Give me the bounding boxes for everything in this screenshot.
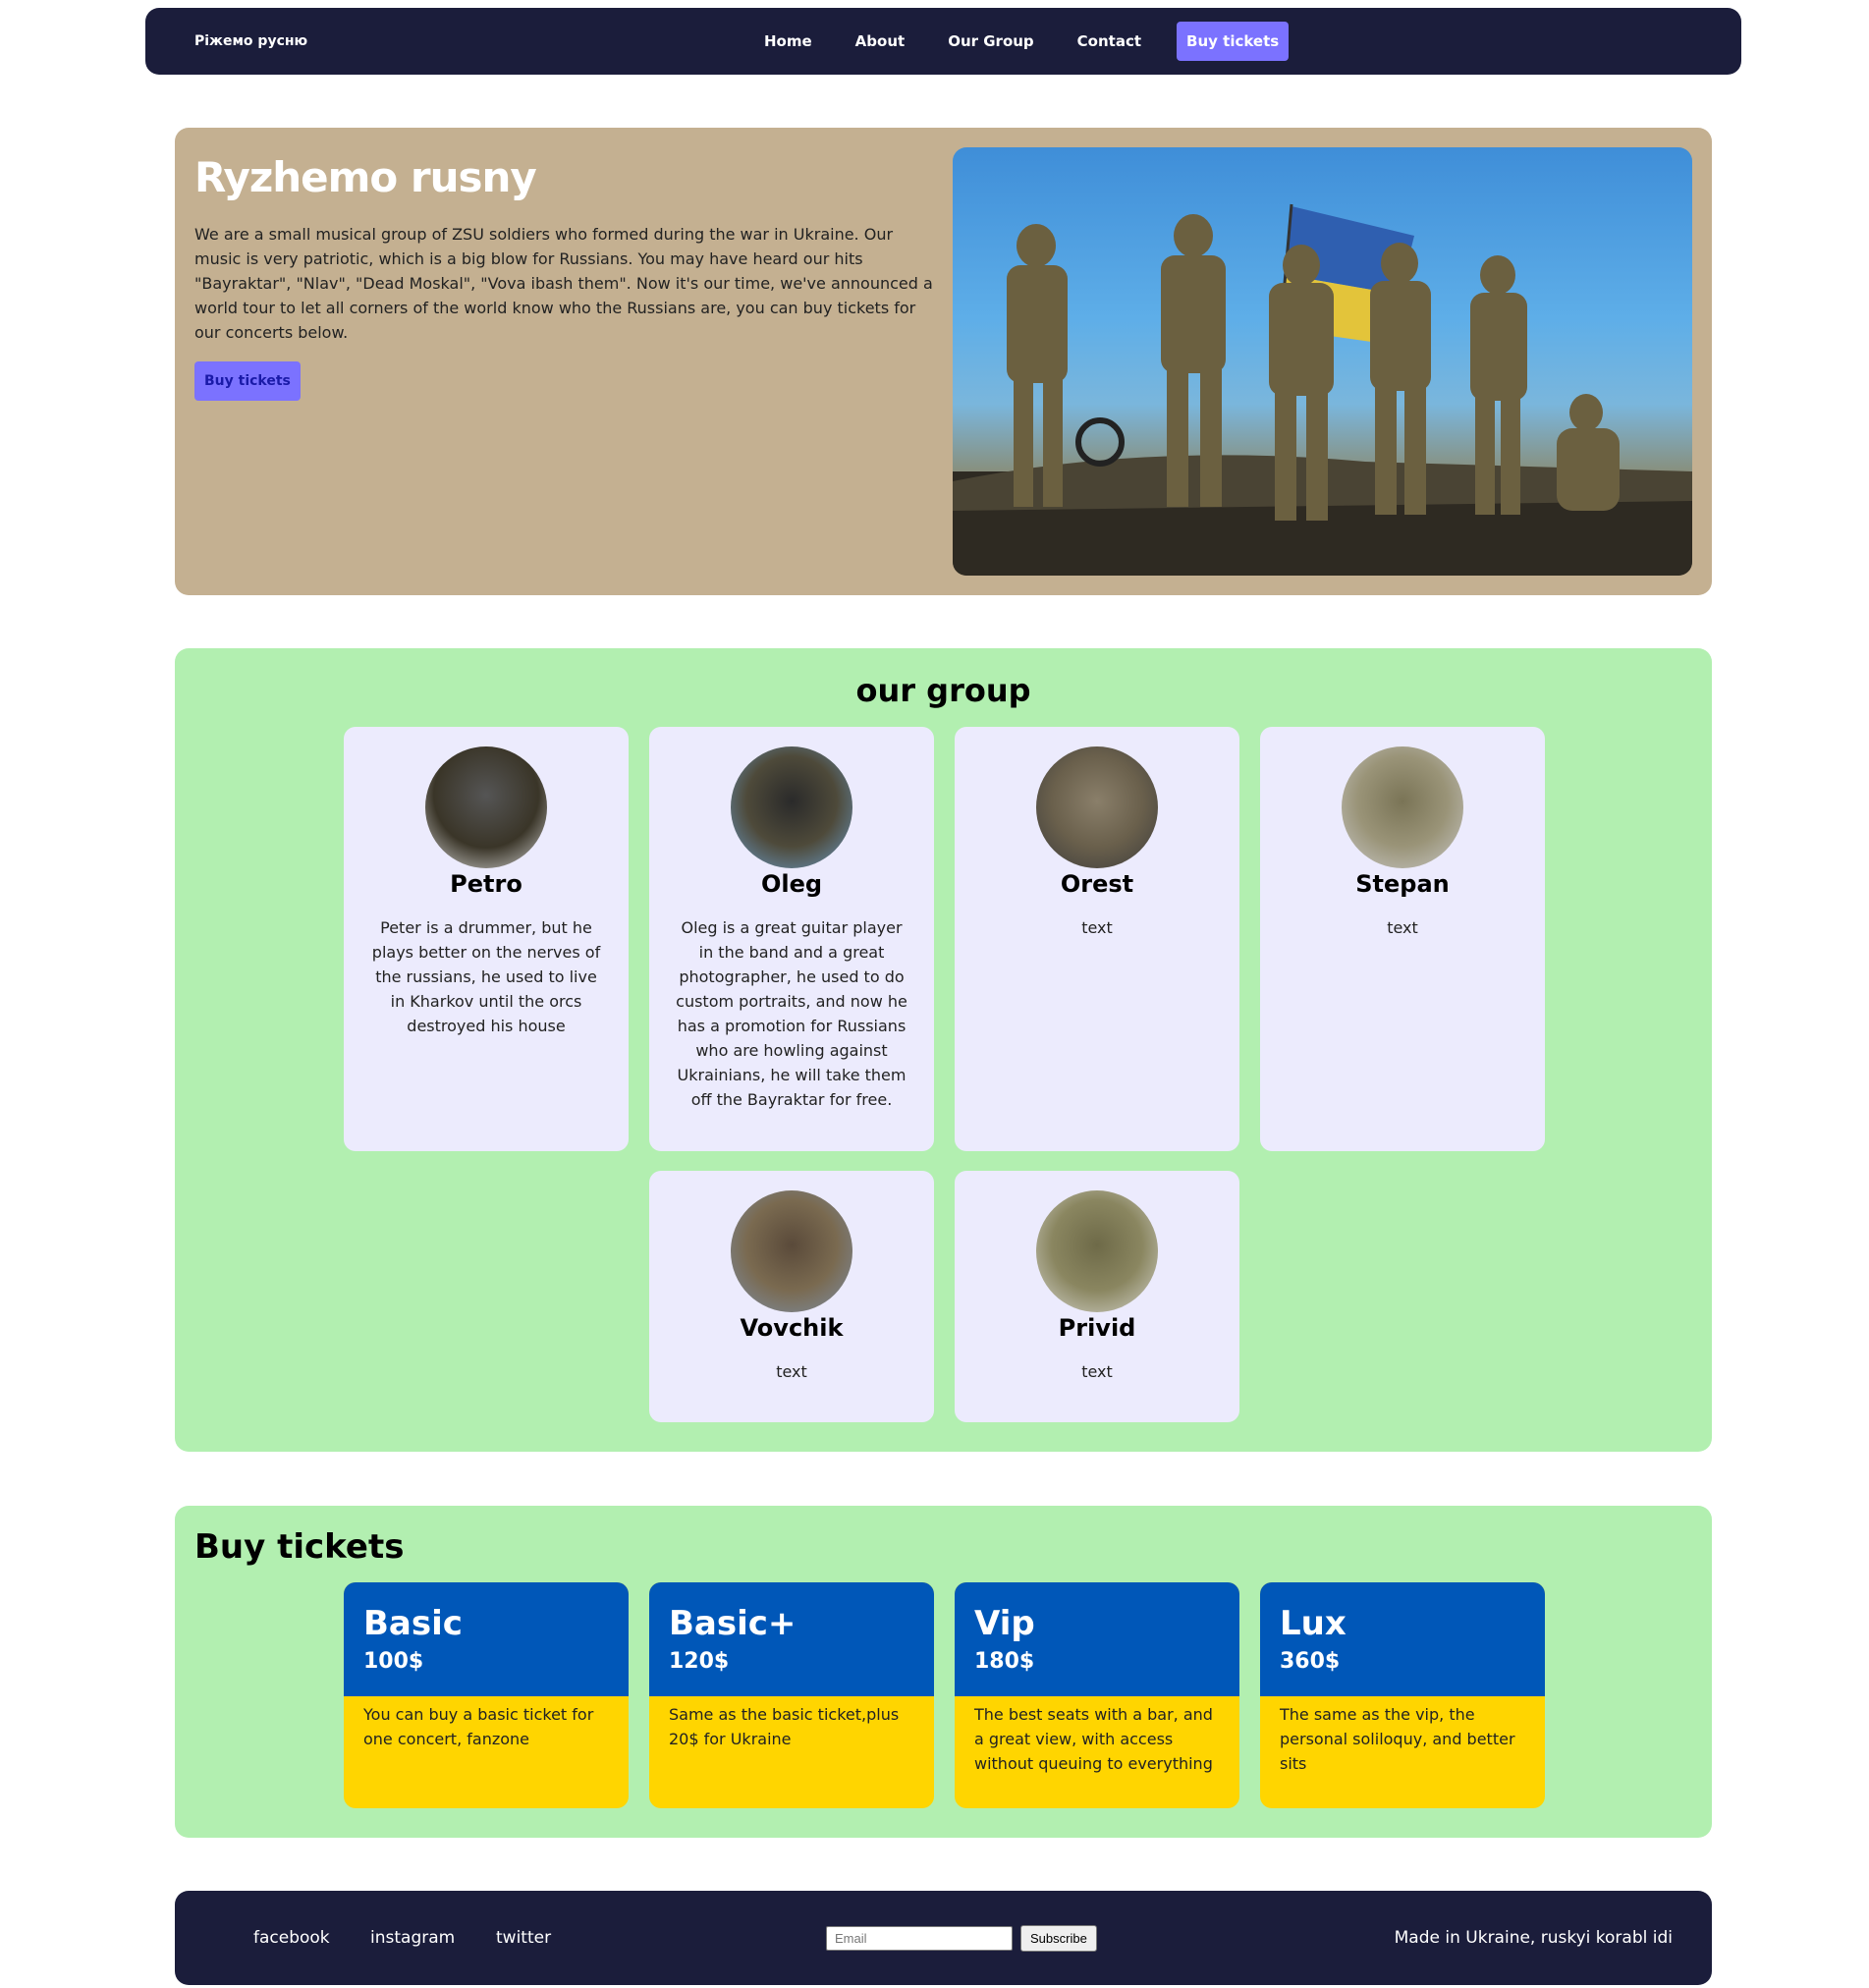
member-description: text: [1081, 1362, 1113, 1381]
member-description: text: [1387, 918, 1418, 937]
ticket-name: Basic: [363, 1604, 463, 1643]
email-input[interactable]: [826, 1926, 1013, 1951]
ticket-name: Basic+: [669, 1604, 797, 1643]
ticket-description: The best seats with a bar, and a great v…: [974, 1705, 1213, 1773]
group-title: our group: [855, 672, 1031, 709]
footer-link-instagram[interactable]: instagram: [370, 1928, 455, 1948]
ticket-name: Lux: [1280, 1604, 1347, 1643]
ticket-header: Basic 100$: [344, 1582, 629, 1696]
ticket-header: Lux 360$: [1260, 1582, 1545, 1696]
member-name: Vovchik: [740, 1314, 844, 1342]
ticket-card-basic[interactable]: Basic 100$ You can buy a basic ticket fo…: [344, 1582, 629, 1808]
ticket-card-basic-plus[interactable]: Basic+ 120$ Same as the basic ticket,plu…: [649, 1582, 934, 1808]
member-name: Stepan: [1355, 870, 1450, 898]
subscribe-button[interactable]: Subscribe: [1020, 1925, 1097, 1952]
hero-description: We are a small musical group of ZSU sold…: [194, 225, 933, 342]
member-name: Orest: [1060, 870, 1134, 898]
footer-made-in-text: Made in Ukraine, ruskyi korabl idi: [1394, 1928, 1673, 1948]
ticket-header: Basic+ 120$: [649, 1582, 934, 1696]
nav-link-our-group[interactable]: Our Group: [926, 32, 1055, 50]
nav-links: Home About Our Group Contact Buy tickets: [742, 8, 1290, 75]
our-group-section: our group Petro Peter is a drummer, but …: [175, 648, 1712, 1452]
hero-section: Ryzhemo rusny We are a small musical gro…: [175, 128, 1712, 595]
footer: facebook instagram twitter Subscribe Mad…: [175, 1891, 1712, 1985]
member-avatar: [731, 746, 852, 868]
nav-link-about[interactable]: About: [834, 32, 927, 50]
member-name: Privid: [1058, 1314, 1136, 1342]
footer-link-twitter[interactable]: twitter: [496, 1928, 551, 1948]
member-description: text: [776, 1362, 807, 1381]
member-avatar: [731, 1190, 852, 1312]
member-description: text: [1081, 918, 1113, 937]
navbar: Ріжемо русню Home About Our Group Contac…: [145, 8, 1741, 75]
ticket-price: 180$: [974, 1649, 1035, 1674]
nav-link-contact[interactable]: Contact: [1056, 32, 1163, 50]
ticket-card-vip[interactable]: Vip 180$ The best seats with a bar, and …: [955, 1582, 1239, 1808]
footer-link-facebook[interactable]: facebook: [253, 1928, 330, 1948]
ticket-card-lux[interactable]: Lux 360$ The same as the vip, the person…: [1260, 1582, 1545, 1808]
buy-tickets-section: Buy tickets Basic 100$ You can buy a bas…: [175, 1506, 1712, 1838]
ticket-name: Vip: [974, 1604, 1035, 1643]
member-card: Privid text: [955, 1171, 1239, 1422]
ticket-price: 120$: [669, 1649, 730, 1674]
member-card: Stepan text: [1260, 727, 1545, 1151]
member-name: Oleg: [760, 870, 823, 898]
ticket-description: The same as the vip, the personal solilo…: [1280, 1705, 1515, 1773]
tickets-title: Buy tickets: [194, 1527, 405, 1567]
ticket-price: 100$: [363, 1649, 424, 1674]
soldiers-photo: [953, 147, 1692, 576]
nav-link-home[interactable]: Home: [742, 32, 834, 50]
member-avatar: [425, 746, 547, 868]
ticket-description: Same as the basic ticket,plus 20$ for Uk…: [669, 1705, 900, 1748]
member-card: Oleg Oleg is a great guitar player in th…: [649, 727, 934, 1151]
member-description: Peter is a drummer, but he plays better …: [371, 918, 601, 1035]
ticket-header: Vip 180$: [955, 1582, 1239, 1696]
ticket-description: You can buy a basic ticket for one conce…: [363, 1705, 594, 1748]
member-avatar: [1342, 746, 1463, 868]
member-card: Orest text: [955, 727, 1239, 1151]
member-name: Petro: [450, 870, 522, 898]
hero-buy-tickets-button[interactable]: Buy tickets: [194, 361, 301, 401]
ticket-price: 360$: [1280, 1649, 1341, 1674]
member-avatar: [1036, 1190, 1158, 1312]
nav-buy-tickets-button[interactable]: Buy tickets: [1177, 22, 1290, 61]
member-card: Vovchik text: [649, 1171, 934, 1422]
soldiers-with-flag-photo: [953, 203, 1692, 576]
member-card: Petro Peter is a drummer, but he plays b…: [344, 727, 629, 1151]
hero-title: Ryzhemo rusny: [194, 153, 537, 201]
member-avatar: [1036, 746, 1158, 868]
brand-logo[interactable]: Ріжемо русню: [194, 33, 307, 49]
member-description: Oleg is a great guitar player in the ban…: [676, 918, 907, 1109]
